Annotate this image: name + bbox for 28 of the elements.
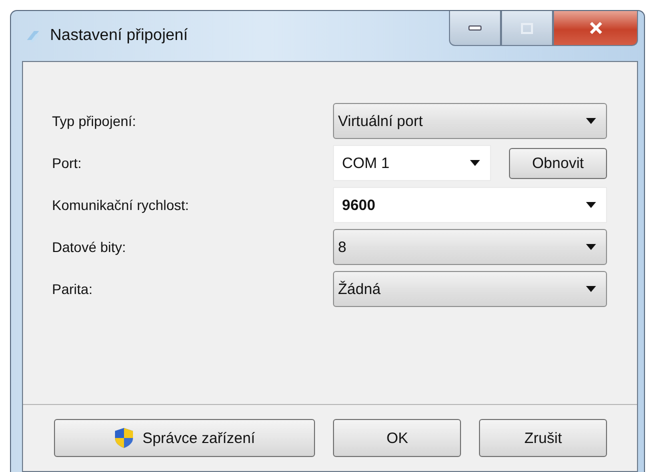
dropdown-field[interactable]: COM 1 xyxy=(333,145,491,181)
window-title: Nastavení připojení xyxy=(50,27,188,45)
field-label: Komunikační rychlost: xyxy=(52,197,190,213)
caret-icon xyxy=(586,118,596,124)
dialog-button[interactable]: Správce zařízení xyxy=(54,419,316,457)
dialog-button[interactable]: OK xyxy=(333,419,462,457)
dropdown-field[interactable]: 8 xyxy=(333,229,607,265)
field-label: Datové bity: xyxy=(52,239,127,255)
field-label: Typ připojení: xyxy=(52,113,138,129)
app-icon xyxy=(24,28,42,44)
close-icon xyxy=(588,22,602,34)
refresh-button[interactable]: Obnovit xyxy=(509,148,607,178)
field-label: Port: xyxy=(52,155,83,171)
minimize-button[interactable] xyxy=(449,11,501,46)
maximize-button[interactable] xyxy=(501,11,553,46)
dialog-button[interactable]: Zrušit xyxy=(479,419,607,457)
shield-icon xyxy=(114,427,134,449)
caret-icon xyxy=(470,160,480,166)
dropdown-field[interactable]: Virtuální port xyxy=(333,103,607,139)
caret-icon xyxy=(586,244,596,250)
maximize-icon xyxy=(521,22,533,34)
field-label: Parita: xyxy=(52,281,94,297)
caret-icon xyxy=(586,202,596,208)
dropdown-field[interactable]: Žádná xyxy=(333,271,607,307)
close-button[interactable] xyxy=(553,11,638,46)
minimize-icon xyxy=(468,24,482,32)
caret-icon xyxy=(586,286,596,292)
dropdown-field[interactable]: 9600 xyxy=(333,187,607,223)
